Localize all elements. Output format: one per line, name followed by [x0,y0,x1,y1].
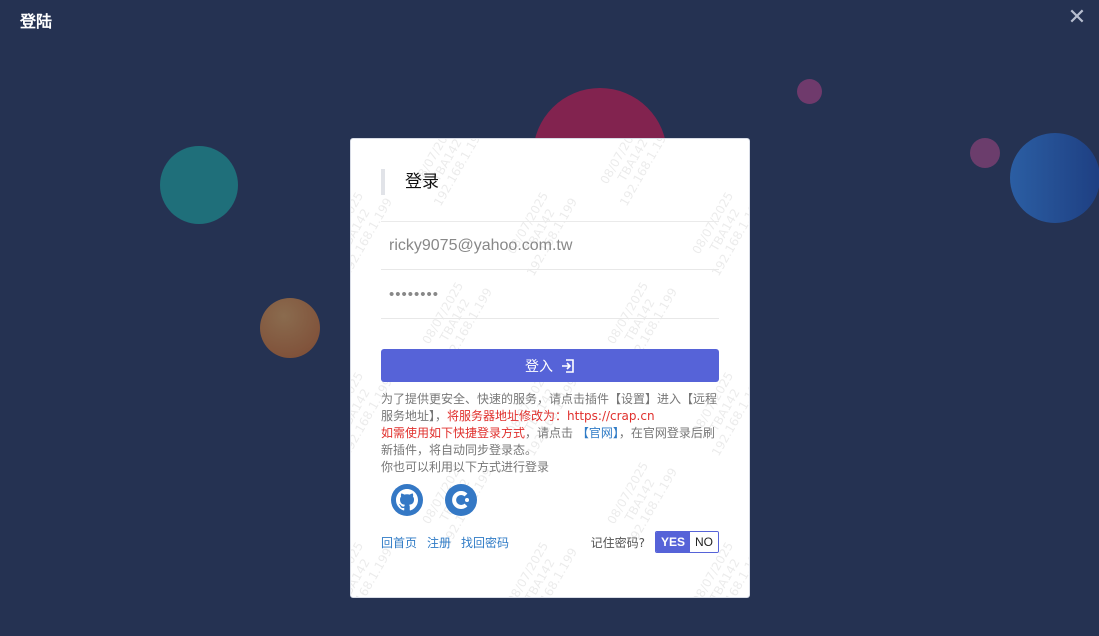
home-link[interactable]: 回首页 [381,534,417,551]
sign-in-icon [562,358,574,373]
login-footer: 回首页 注册 找回密码 记住密码? YES NO [381,531,719,553]
toggle-yes[interactable]: YES [655,532,690,552]
tips-warning: 如需使用如下快捷登录方式 [381,426,526,440]
github-icon[interactable] [391,484,423,516]
login-card: 08/07/2025 TBA142 192.168.1.199 08/07/2025… [350,138,750,598]
close-icon[interactable]: ✕ [1065,6,1089,30]
toggle-no[interactable]: NO [690,532,718,552]
remember-label: 记住密码? [590,535,645,550]
register-link[interactable]: 注册 [427,534,451,551]
forgot-password-link[interactable]: 找回密码 [461,534,509,551]
crap-icon[interactable] [445,484,477,516]
social-login [391,484,477,516]
email-field-wrap [381,221,719,270]
tips-text: 你也可以利用以下方式进行登录 [381,460,550,474]
tips-text: ，请点击 [525,426,577,440]
login-heading: 登录 [381,169,439,195]
tips-warning: 将服务器地址修改为：https://crap.cn [447,409,655,423]
decor-bubble [1010,133,1099,223]
remember-password: 记住密码? YES NO [591,531,719,553]
decor-bubble [970,138,1000,168]
official-site-link[interactable]: 【官网】 [577,426,619,440]
watermark: 08/07/2025TBA142192.168.1.199 [597,139,674,209]
login-tips: 为了提供更安全、快速的服务，请点击插件【设置】进入【远程服务地址】，将服务器地址… [381,391,721,476]
login-button[interactable]: 登入 [381,349,719,382]
email-field[interactable] [381,222,719,269]
decor-bubble [260,298,320,358]
password-field-wrap [381,270,719,319]
decor-bubble [160,146,238,224]
remember-toggle[interactable]: YES NO [654,531,719,553]
window-title: 登陆 [20,12,53,31]
login-button-label: 登入 [525,358,553,375]
decor-bubble [797,79,822,104]
password-field[interactable] [381,270,719,318]
